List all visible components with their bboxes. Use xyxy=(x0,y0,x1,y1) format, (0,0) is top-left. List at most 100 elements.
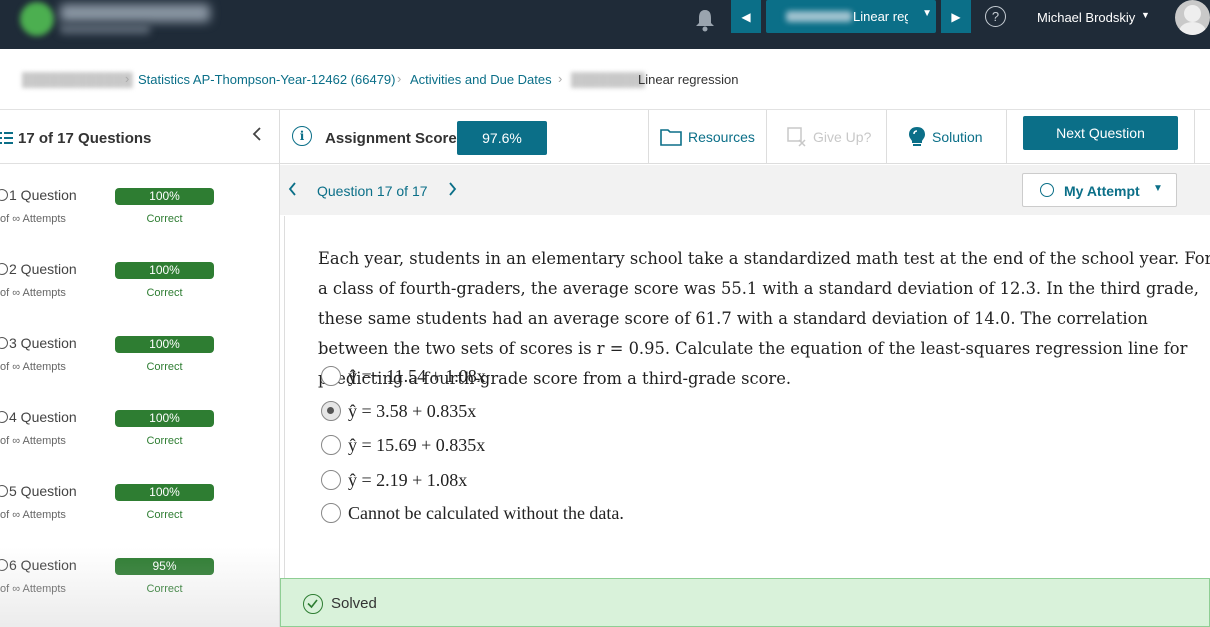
previous-assignment-button[interactable]: ◀ xyxy=(731,0,761,33)
folder-icon xyxy=(660,129,682,146)
sidebar-question-item[interactable]: 6 Question of ∞ Attempts 95% Correct xyxy=(0,550,279,624)
question-label: 4 Question xyxy=(9,409,77,425)
solved-label: Solved xyxy=(331,595,377,612)
assignment-toolbar: i Assignment Score: 97.6% Resources Give… xyxy=(280,110,1210,164)
answer-option[interactable]: ŷ = 3.58 + 0.835x xyxy=(321,399,476,423)
toolbar-divider xyxy=(886,110,887,164)
question-attempts: of ∞ Attempts xyxy=(0,509,66,521)
assignment-score-label: Assignment Score: xyxy=(325,130,462,147)
answer-option-text: ŷ =− 11.54 + 1.08x xyxy=(348,365,486,386)
chevron-down-icon: ▼ xyxy=(922,8,932,19)
chevron-down-icon: ▼ xyxy=(1153,183,1163,194)
give-up-icon xyxy=(787,127,806,147)
check-circle-icon xyxy=(0,559,8,571)
solved-banner: Solved xyxy=(280,578,1210,627)
sidebar-question-item[interactable]: 4 Question of ∞ Attempts 100% Correct xyxy=(0,402,279,476)
resources-label: Resources xyxy=(688,129,755,145)
question-attempts: of ∞ Attempts xyxy=(0,361,66,373)
give-up-button[interactable]: Give Up? xyxy=(787,110,871,164)
answer-option-text: ŷ = 2.19 + 1.08x xyxy=(348,469,468,490)
lightbulb-icon xyxy=(909,127,925,146)
toolbar-divider xyxy=(766,110,767,164)
answer-option-text: ŷ = 3.58 + 0.835x xyxy=(348,400,477,421)
breadcrumb-separator-icon: › xyxy=(125,71,130,86)
collapse-sidebar-icon[interactable] xyxy=(252,126,262,147)
question-status: Correct xyxy=(146,509,183,521)
question-content: Each year, students in an elementary sch… xyxy=(284,216,1210,578)
bell-icon[interactable] xyxy=(694,8,716,32)
question-score-bar: 100% xyxy=(115,336,214,353)
question-status: Correct xyxy=(146,213,183,225)
question-status: Correct xyxy=(146,583,183,595)
chevron-right-icon[interactable] xyxy=(448,182,457,199)
breadcrumb: ████████████ › Statistics AP-Thompson-Ye… xyxy=(0,49,1210,110)
question-score-bar: 95% xyxy=(115,558,214,575)
breadcrumb-course[interactable]: Statistics AP-Thompson-Year-12462 (66479… xyxy=(138,72,396,87)
radio-button[interactable] xyxy=(321,366,341,386)
question-label: 5 Question xyxy=(9,483,77,499)
question-status: Correct xyxy=(146,435,183,447)
question-nav-title: Question 17 of 17 xyxy=(317,183,428,199)
assignment-select[interactable]: Linear reg ▼ xyxy=(766,0,936,33)
answer-option-text: ŷ = 15.69 + 0.835x xyxy=(348,434,486,455)
check-circle-icon xyxy=(1040,183,1054,197)
question-score-bar: 100% xyxy=(115,410,214,427)
sidebar-title: 17 of 17 Questions xyxy=(18,130,152,147)
list-icon xyxy=(0,131,13,144)
check-circle-icon xyxy=(0,485,8,497)
question-label: 2 Question xyxy=(9,261,77,277)
next-question-button[interactable]: Next Question xyxy=(1023,116,1178,150)
radio-button[interactable] xyxy=(321,435,341,455)
sidebar-question-item[interactable]: 1 Question of ∞ Attempts 100% Correct xyxy=(0,180,279,254)
chevron-left-icon[interactable] xyxy=(288,182,297,199)
sidebar-question-item[interactable]: 5 Question of ∞ Attempts 100% Correct xyxy=(0,476,279,550)
solution-button[interactable]: Solution xyxy=(908,110,983,164)
question-score-bar: 100% xyxy=(115,188,214,205)
toolbar-divider xyxy=(1006,110,1007,164)
question-label: 6 Question xyxy=(9,557,77,573)
breadcrumb-blurred-segment: ████████ xyxy=(571,72,645,87)
breadcrumb-separator-icon: › xyxy=(397,71,402,86)
check-circle-icon xyxy=(0,411,8,423)
question-status: Correct xyxy=(146,287,183,299)
my-attempt-dropdown[interactable]: My Attempt ▼ xyxy=(1022,173,1177,207)
question-attempts: of ∞ Attempts xyxy=(0,213,66,225)
breadcrumb-home[interactable]: ████████████ xyxy=(22,72,133,87)
answer-option[interactable]: Cannot be calculated without the data. xyxy=(321,501,624,525)
give-up-label: Give Up? xyxy=(813,129,872,145)
question-label: 3 Question xyxy=(9,335,77,351)
question-attempts: of ∞ Attempts xyxy=(0,583,66,595)
solution-label: Solution xyxy=(932,129,983,145)
breadcrumb-activities[interactable]: Activities and Due Dates xyxy=(410,72,552,87)
check-circle-icon xyxy=(303,594,323,614)
next-assignment-button[interactable]: ▶ xyxy=(941,0,971,33)
question-status: Correct xyxy=(146,361,183,373)
user-name[interactable]: Michael Brodskiy xyxy=(1037,10,1135,25)
question-score-bar: 100% xyxy=(115,484,214,501)
assignment-score-value: 97.6% xyxy=(457,121,547,155)
check-circle-icon xyxy=(0,337,8,349)
sidebar-question-item[interactable]: 3 Question of ∞ Attempts 100% Correct xyxy=(0,328,279,402)
answer-option[interactable]: ŷ = 2.19 + 1.08x xyxy=(321,468,467,492)
toolbar-divider xyxy=(648,110,649,164)
sidebar-question-item[interactable]: 2 Question of ∞ Attempts 100% Correct xyxy=(0,254,279,328)
resources-button[interactable]: Resources xyxy=(660,110,755,164)
avatar[interactable] xyxy=(1175,0,1210,35)
radio-button[interactable] xyxy=(321,503,341,523)
breadcrumb-current: Linear regression xyxy=(638,72,739,87)
question-score-bar: 100% xyxy=(115,262,214,279)
toolbar-divider xyxy=(1194,110,1195,164)
sidebar-header: 17 of 17 Questions xyxy=(0,110,279,164)
help-icon[interactable]: ? xyxy=(985,6,1006,27)
my-attempt-label: My Attempt xyxy=(1064,183,1140,199)
question-attempts: of ∞ Attempts xyxy=(0,287,66,299)
question-attempts: of ∞ Attempts xyxy=(0,435,66,447)
user-menu-caret-icon[interactable]: ▼ xyxy=(1141,10,1150,20)
answer-option[interactable]: ŷ =− 11.54 + 1.08x xyxy=(321,364,486,388)
answer-option[interactable]: ŷ = 15.69 + 0.835x xyxy=(321,433,485,457)
top-bar: ◀ Linear reg ▼ ▶ ? Michael Brodskiy ▼ xyxy=(0,0,1210,49)
info-icon[interactable]: i xyxy=(292,126,312,146)
app-logo[interactable] xyxy=(14,2,214,36)
radio-button[interactable] xyxy=(321,470,341,490)
radio-button-selected[interactable] xyxy=(321,401,341,421)
